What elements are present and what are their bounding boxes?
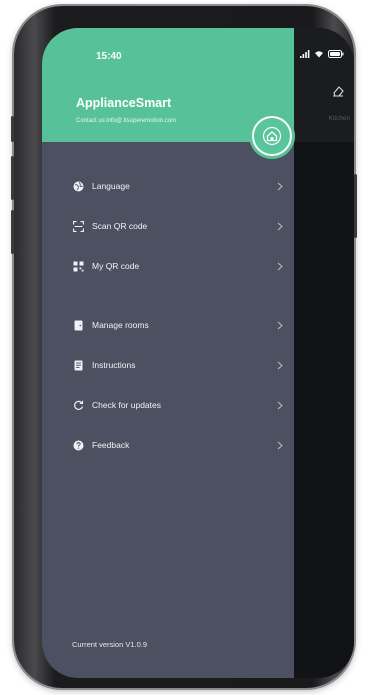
menu-label: Feedback	[92, 440, 130, 450]
menu-label: Check for updates	[92, 400, 161, 410]
menu-label: Language	[92, 181, 130, 191]
menu-item-feedback[interactable]: Feedback	[72, 435, 284, 455]
menu-label: Manage rooms	[92, 320, 149, 330]
book-icon	[72, 359, 84, 371]
menu-label: My QR code	[92, 261, 140, 271]
menu-label: Instructions	[92, 360, 136, 370]
chevron-right-icon	[276, 320, 284, 330]
version-text: Current version V1.0.9	[72, 640, 148, 649]
chevron-right-icon	[276, 181, 284, 191]
signal-icon	[300, 50, 310, 58]
home-logo[interactable]	[252, 116, 292, 156]
question-icon	[72, 439, 84, 451]
menu-item-my-qr[interactable]: My QR code	[72, 256, 284, 276]
status-time: 15:40	[96, 51, 122, 62]
menu-item-instructions[interactable]: Instructions	[72, 355, 284, 375]
status-icons	[300, 50, 344, 58]
app-name: ApplianceSmart	[76, 96, 172, 110]
globe-icon	[72, 180, 84, 192]
menu-label: Scan QR code	[92, 221, 148, 231]
qr-code-icon	[72, 260, 84, 272]
phone-screen: Kitchen 15:40 ApplianceSmart Contact us:…	[42, 28, 354, 678]
refresh-icon	[72, 399, 84, 411]
mute-switch	[11, 116, 14, 142]
door-icon	[72, 319, 84, 331]
chevron-right-icon	[276, 261, 284, 271]
scan-icon	[72, 220, 84, 232]
eraser-icon[interactable]	[331, 84, 345, 98]
wifi-icon	[315, 51, 323, 58]
menu-item-check-updates[interactable]: Check for updates	[72, 395, 284, 415]
home-icon	[262, 126, 282, 146]
background-header-text: Kitchen	[328, 116, 350, 122]
chevron-right-icon	[276, 440, 284, 450]
contact-text: Contact us:info@.ltsuperemotion.com	[76, 118, 177, 124]
chevron-right-icon	[276, 400, 284, 410]
menu-item-language[interactable]: Language	[72, 176, 284, 196]
menu-item-manage-rooms[interactable]: Manage rooms	[72, 315, 284, 335]
page: Kitchen 15:40 ApplianceSmart Contact us:…	[0, 0, 371, 695]
power-button	[354, 174, 357, 238]
backdrop-header	[294, 28, 354, 142]
volume-up-button	[11, 156, 14, 200]
battery-icon	[328, 50, 344, 58]
menu-item-scan-qr[interactable]: Scan QR code	[72, 216, 284, 236]
side-drawer: 15:40 ApplianceSmart Contact us:info@.lt…	[42, 28, 294, 678]
chevron-right-icon	[276, 360, 284, 370]
volume-down-button	[11, 210, 14, 254]
chevron-right-icon	[276, 221, 284, 231]
